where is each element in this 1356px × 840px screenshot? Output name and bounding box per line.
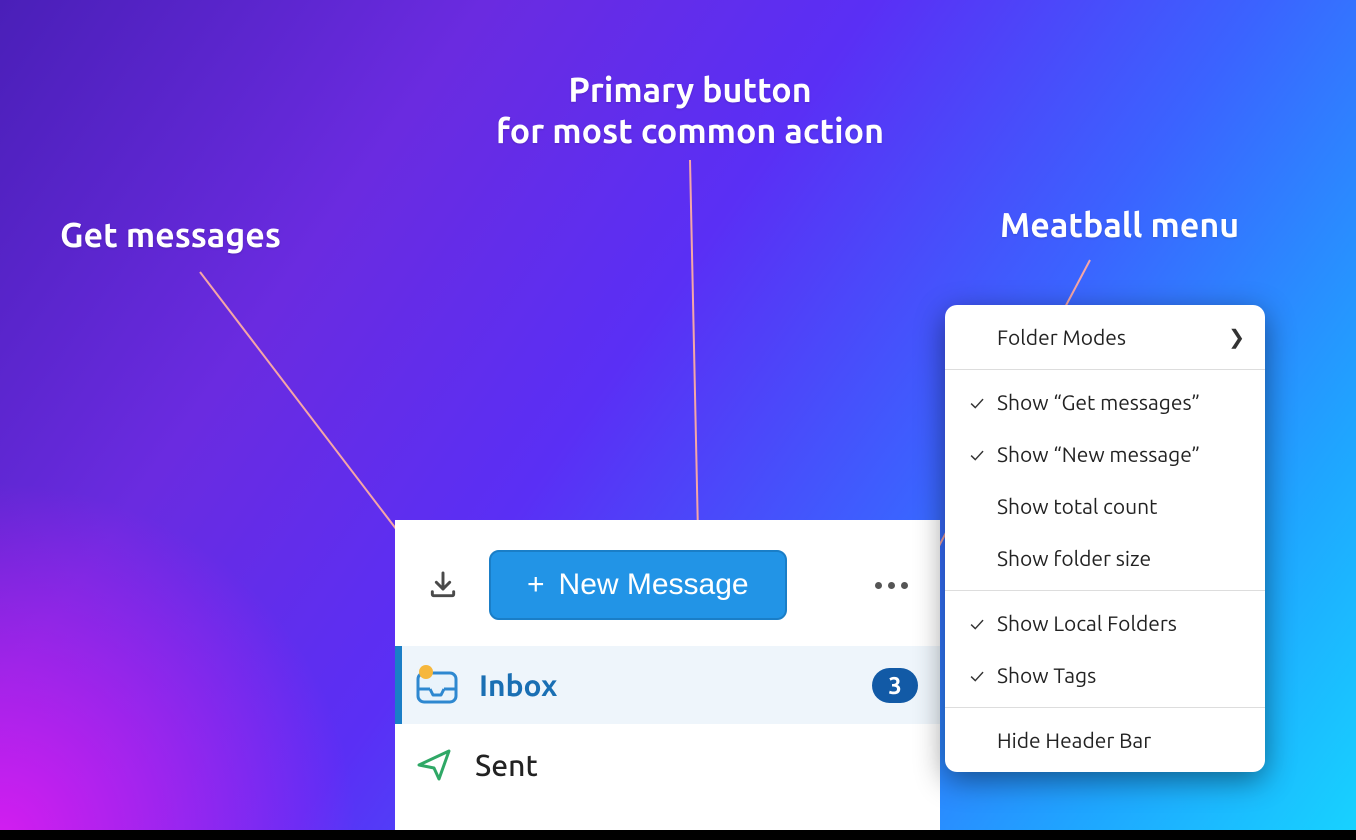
annotation-get-messages: Get messages (60, 215, 281, 256)
menu-item-label: Hide Header Bar (991, 728, 1245, 752)
menu-item-label: Folder Modes (991, 325, 1228, 349)
menu-item-show-new-message[interactable]: ✓ Show “New message” (945, 428, 1265, 480)
download-icon (427, 568, 459, 602)
get-messages-button[interactable] (423, 565, 463, 605)
folder-inbox[interactable]: Inbox 3 (395, 646, 940, 724)
menu-item-label: Show “Get messages” (991, 390, 1245, 414)
menu-item-label: Show Local Folders (991, 611, 1245, 635)
menu-divider (945, 707, 1265, 708)
folder-inbox-label: Inbox (479, 668, 852, 702)
meatball-dot-icon (875, 582, 882, 589)
folder-sent-label: Sent (475, 748, 918, 782)
folder-list: Inbox 3 Sent (395, 646, 940, 802)
menu-item-folder-modes[interactable]: Folder Modes ❯ (945, 311, 1265, 363)
folder-inbox-badge: 3 (872, 668, 918, 703)
menu-item-show-folder-size[interactable]: Show folder size (945, 532, 1265, 584)
check-icon: ✓ (963, 391, 991, 414)
menu-item-label: Show “New message” (991, 442, 1245, 466)
check-icon: ✓ (963, 664, 991, 687)
new-message-button[interactable]: + New Message (489, 550, 787, 620)
annotation-primary-button: Primary button for most common action (440, 70, 940, 152)
folder-pane-toolbar: + New Message (395, 520, 940, 646)
annotation-meatball-menu: Meatball menu (1000, 205, 1239, 246)
meatball-dot-icon (901, 582, 908, 589)
folder-pane: + New Message (395, 520, 940, 840)
check-icon: ✓ (963, 443, 991, 466)
menu-item-show-tags[interactable]: ✓ Show Tags (945, 649, 1265, 701)
meatball-dot-icon (888, 582, 895, 589)
meatball-menu-button[interactable] (875, 572, 912, 599)
menu-divider (945, 369, 1265, 370)
folder-sent[interactable]: Sent (395, 724, 940, 802)
check-icon: ✓ (963, 612, 991, 635)
sent-icon (415, 745, 455, 785)
menu-item-label: Show folder size (991, 546, 1245, 570)
inbox-icon (415, 665, 459, 705)
meatball-menu-popup: Folder Modes ❯ ✓ Show “Get messages” ✓ S… (945, 305, 1265, 772)
menu-item-hide-header-bar[interactable]: Hide Header Bar (945, 714, 1265, 766)
menu-item-label: Show Tags (991, 663, 1245, 687)
menu-divider (945, 590, 1265, 591)
menu-item-show-get-messages[interactable]: ✓ Show “Get messages” (945, 376, 1265, 428)
plus-icon: + (527, 570, 545, 600)
new-message-label: New Message (559, 568, 749, 602)
menu-item-show-local-folders[interactable]: ✓ Show Local Folders (945, 597, 1265, 649)
menu-item-label: Show total count (991, 494, 1245, 518)
chevron-right-icon: ❯ (1228, 325, 1245, 349)
menu-item-show-total-count[interactable]: Show total count (945, 480, 1265, 532)
